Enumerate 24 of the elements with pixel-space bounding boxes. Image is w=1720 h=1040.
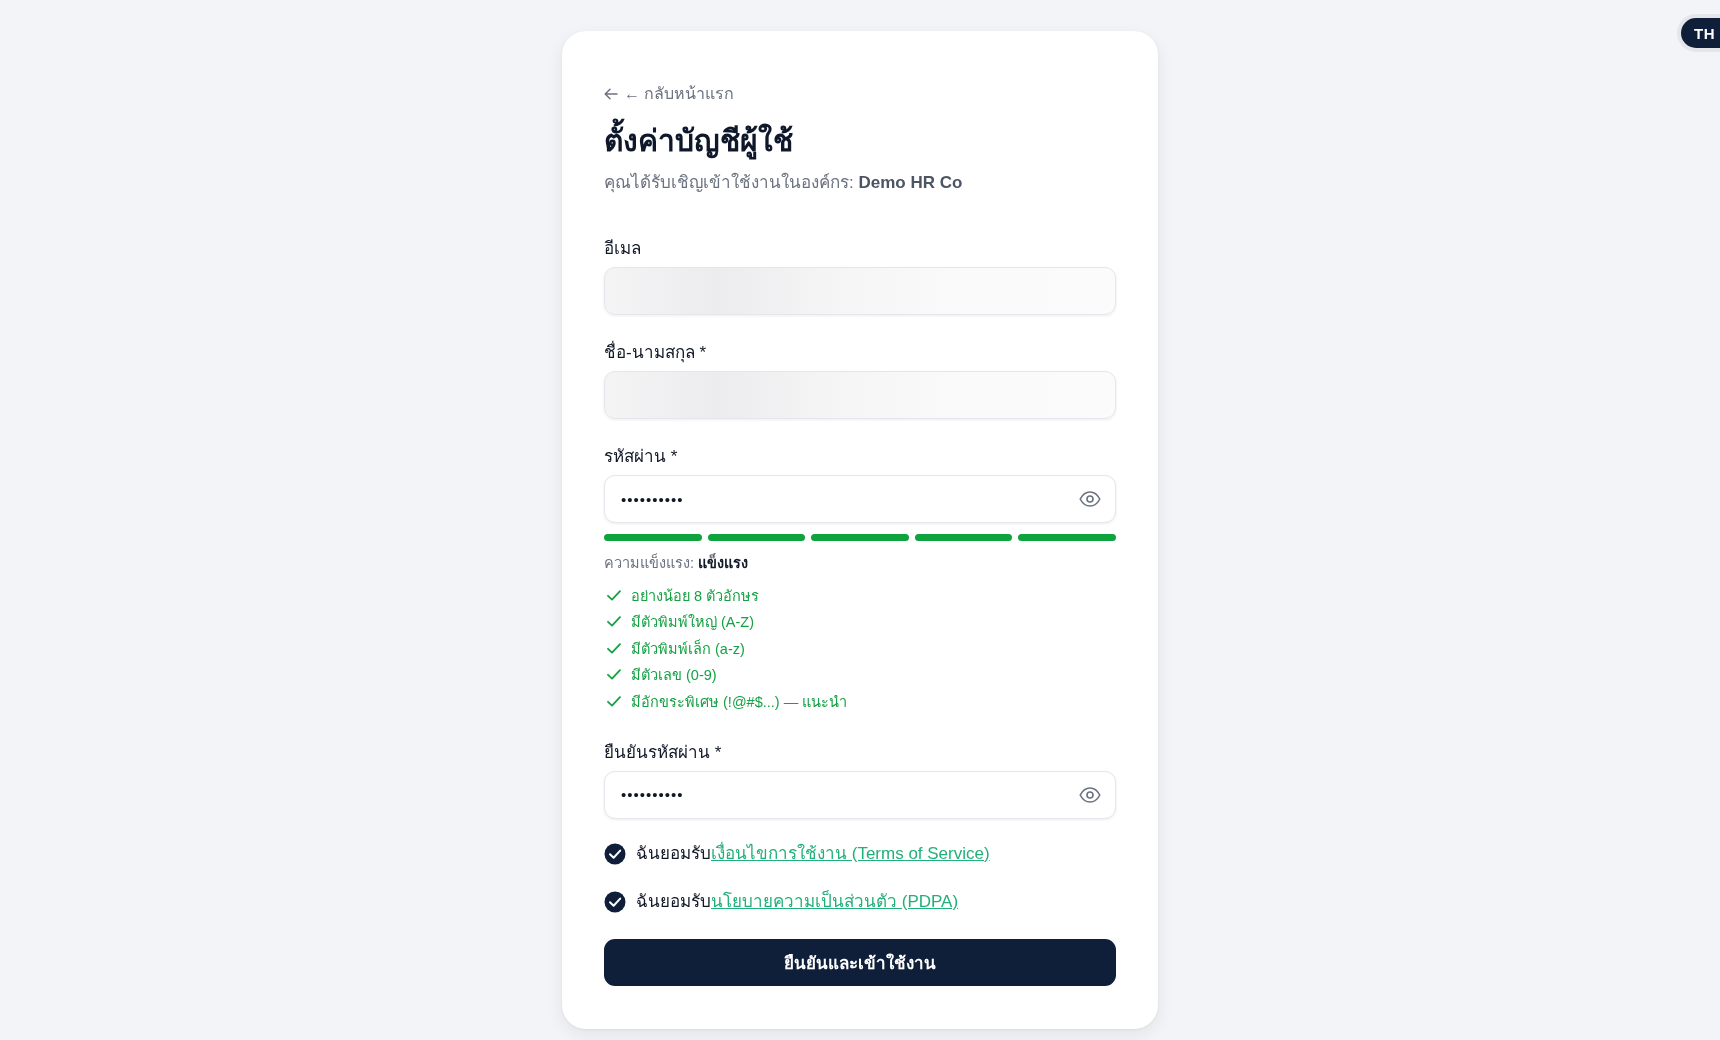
strength-label: ความแข็งแรง: แข็งแรง — [604, 553, 750, 573]
password-field[interactable]: •••••••••• — [604, 475, 1116, 523]
eye-icon[interactable] — [1079, 786, 1101, 803]
password-field[interactable]: •••••••••• — [604, 770, 1116, 819]
agreement-text: ฉันยอมรับเงื่อนไขการใช้งาน (Terms of Service) — [636, 841, 990, 865]
requirement-text: มีตัวพิมพ์ใหญ่ (A-Z) — [631, 613, 755, 633]
requirement-text: มีอักขระพิเศษ (!@#$...) — แนะนำ — [631, 692, 848, 712]
requirement-text: มีตัวเลข (0-9) — [631, 666, 717, 686]
requirement-text: มีตัวพิมพ์เล็ก (a-z) — [631, 638, 745, 659]
eye-icon[interactable] — [1079, 491, 1101, 507]
submit-button[interactable]: ยืนยันและเข้าใช้งาน — [604, 938, 1116, 986]
arrow-left-icon — [604, 88, 618, 100]
field-label: รหัสผ่าน * — [604, 446, 679, 468]
requirement-text: อย่างน้อย 8 ตัวอักษร — [631, 586, 760, 606]
field-label: อีเมล — [604, 238, 642, 260]
back-link[interactable]: ← กลับหน้าแรก — [604, 83, 735, 105]
field-label: ยืนยันรหัสผ่าน * — [604, 741, 723, 764]
text-field[interactable] — [604, 267, 1116, 315]
invitation-text: คุณได้รับเชิญเข้าใช้งานในองค์กร: Demo HR Co — [604, 171, 964, 195]
agreement-text: ฉันยอมรับนโยบายความเป็นส่วนตัว (PDPA) — [636, 889, 959, 913]
checkbox[interactable] — [604, 842, 626, 865]
field-label: ชื่อ-นามสกุล * — [604, 341, 1116, 365]
text-field[interactable] — [604, 371, 1116, 419]
checkbox[interactable] — [604, 890, 626, 913]
